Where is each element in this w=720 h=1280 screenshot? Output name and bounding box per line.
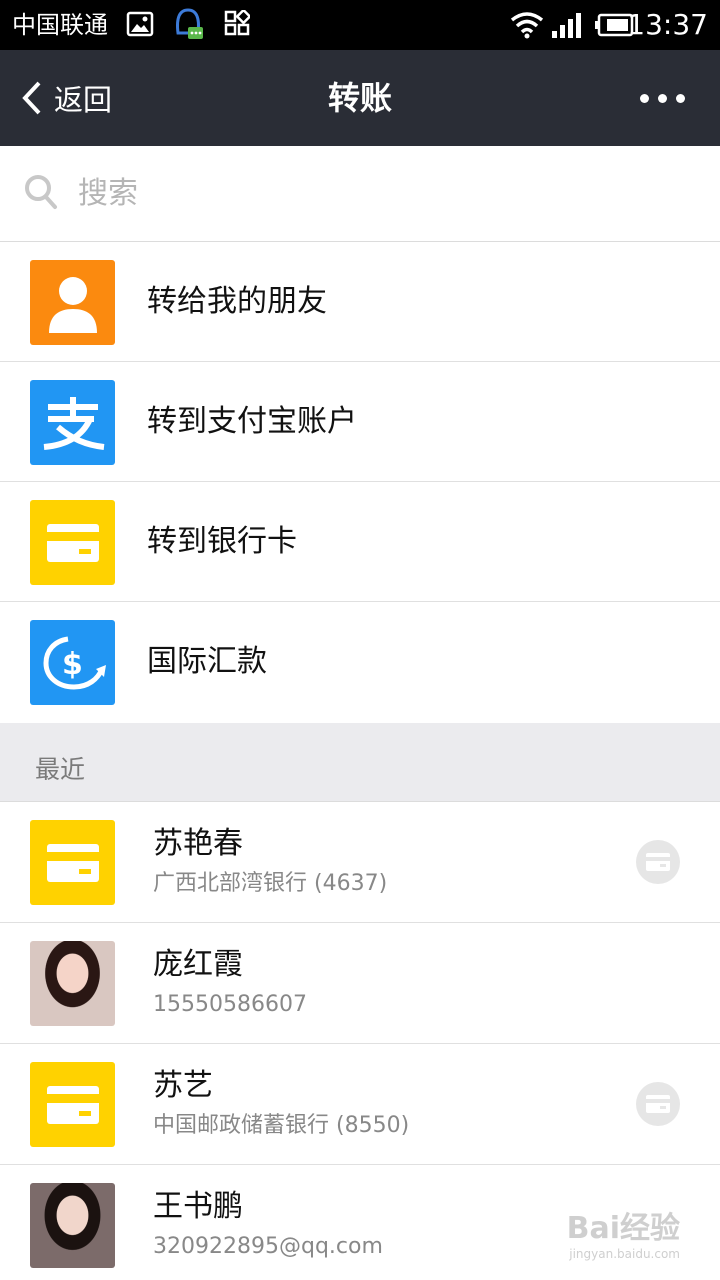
bank-card-icon (30, 820, 115, 905)
back-label: 返回 (54, 83, 113, 117)
contact-name: 庞红霞 (153, 947, 243, 982)
svg-text:$: $ (62, 647, 83, 682)
recent-item[interactable]: 苏艳春 广西北部湾银行 (4637) (0, 802, 720, 923)
menu-item-transfer-bank-card[interactable]: 转到银行卡 (0, 482, 720, 602)
card-badge-icon (636, 1082, 680, 1126)
menu-item-transfer-alipay[interactable]: 转到支付宝账户 (0, 362, 720, 482)
recent-item[interactable]: 苏艺 中国邮政储蓄银行 (8550) (0, 1044, 720, 1165)
bank-card-icon (30, 1062, 115, 1147)
avatar (30, 1183, 115, 1268)
signal-icon (552, 13, 581, 38)
person-icon (30, 260, 115, 345)
more-dots-icon (639, 93, 649, 103)
menu-item-international-remittance[interactable]: $ 国际汇款 (0, 602, 720, 722)
contact-name: 苏艳春 (153, 826, 243, 861)
qq-icon (176, 8, 203, 39)
chevron-left-icon (22, 81, 41, 115)
menu-item-transfer-friend[interactable]: 转给我的朋友 (0, 242, 720, 362)
search-placeholder: 搜索 (78, 176, 138, 211)
watermark-url: jingyan.baidu.com (569, 1247, 680, 1261)
contact-account: 广西北部湾银行 (4637) (153, 871, 388, 896)
apps-icon (224, 10, 250, 36)
watermark-logo: Bai经验 (566, 1211, 680, 1246)
wifi-icon (510, 12, 544, 39)
nav-bar: 返回 转账 (0, 50, 720, 146)
contact-name: 王书鹏 (153, 1189, 243, 1224)
more-button[interactable] (622, 78, 702, 118)
status-bar: 中国联通 13:37 (0, 0, 720, 50)
card-badge-icon (636, 840, 680, 884)
back-button[interactable]: 返回 (20, 50, 112, 146)
recent-item[interactable]: 庞红霞 15550586607 (0, 923, 720, 1044)
clock-time: 13:37 (627, 8, 708, 41)
contact-account: 中国邮政储蓄银行 (8550) (153, 1113, 410, 1138)
alipay-icon (30, 380, 115, 465)
carrier-label: 中国联通 (12, 11, 108, 39)
baidu-watermark: Bai经验 jingyan.baidu.com (567, 1212, 680, 1262)
menu-item-label: 转给我的朋友 (147, 284, 327, 319)
contact-account: 15550586607 (153, 992, 307, 1017)
search-bar[interactable]: 搜索 (0, 146, 720, 242)
contact-account: 320922895@qq.com (153, 1234, 383, 1259)
menu-item-label: 转到支付宝账户 (147, 404, 357, 439)
menu-item-label: 转到银行卡 (147, 524, 297, 559)
bank-card-icon (30, 500, 115, 585)
recent-section-header: 最近 (0, 723, 720, 802)
avatar (30, 941, 115, 1026)
image-icon (126, 11, 154, 37)
menu-item-label: 国际汇款 (147, 644, 267, 679)
search-icon (25, 175, 57, 209)
dollar-exchange-icon: $ (30, 620, 115, 705)
contact-name: 苏艺 (153, 1068, 213, 1103)
